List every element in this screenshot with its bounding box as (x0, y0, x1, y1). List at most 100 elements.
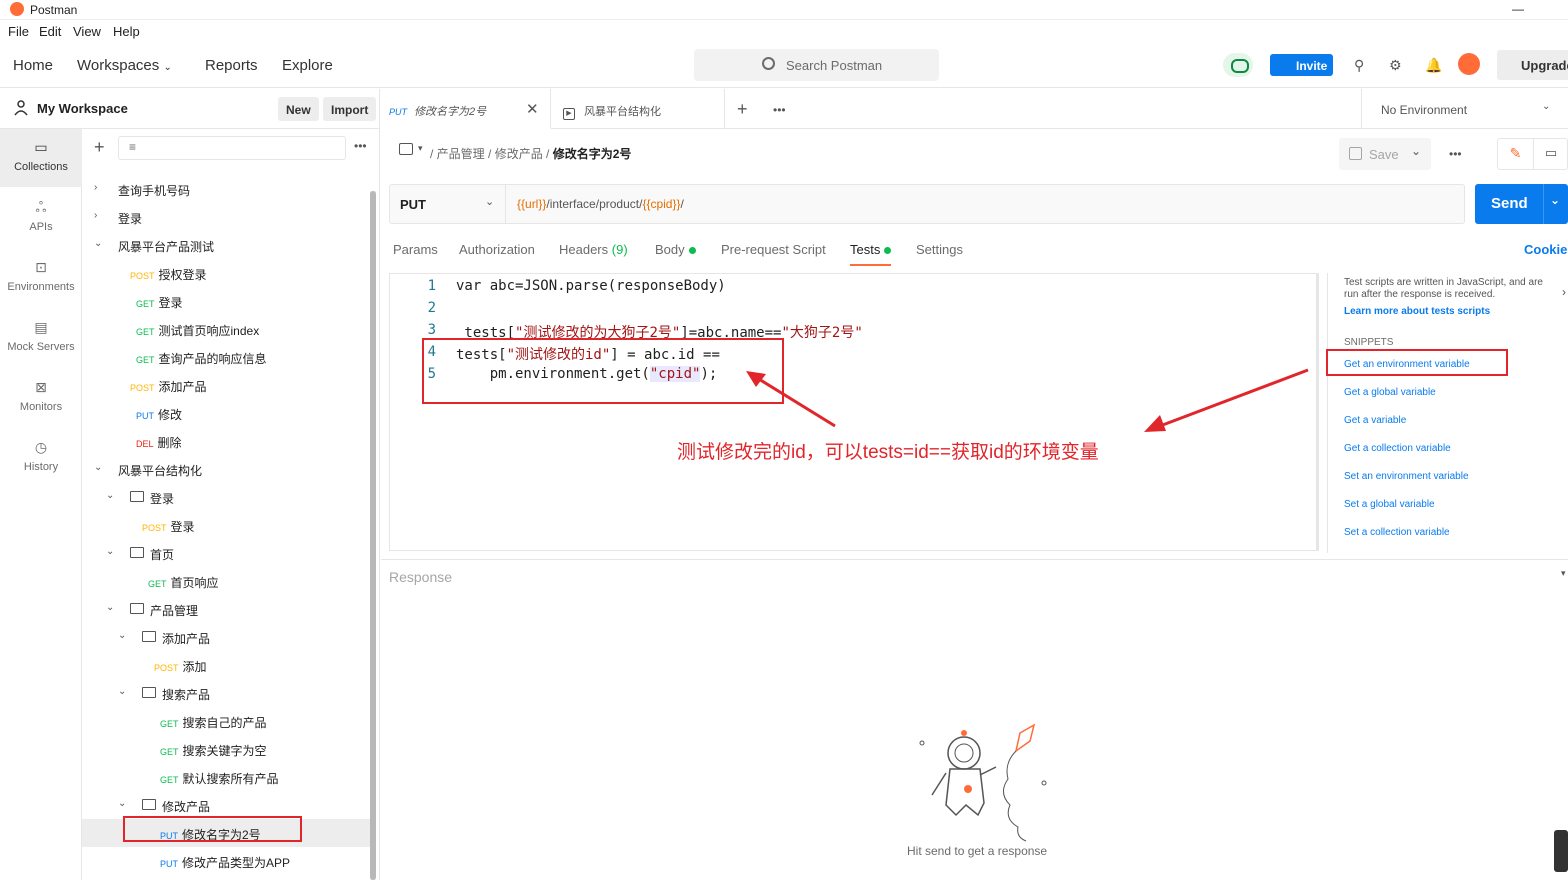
search-input[interactable]: Search Postman (694, 49, 939, 81)
chevron-down-icon[interactable]: ⌄ (118, 630, 126, 641)
snippet-item[interactable]: Get a variable (1344, 415, 1406, 426)
tab-authorization[interactable]: Authorization (459, 242, 535, 257)
avatar[interactable] (1458, 53, 1480, 75)
chevron-down-icon[interactable]: ⌄ (1411, 144, 1421, 158)
method-select[interactable]: PUT ⌄ (390, 185, 506, 223)
chevron-down-icon[interactable]: ▾ (418, 143, 423, 154)
snippet-item[interactable]: Get a collection variable (1344, 443, 1451, 454)
tree-request[interactable]: DEL 删除 (82, 427, 370, 455)
menu-edit[interactable]: Edit (39, 24, 61, 39)
import-button[interactable]: Import (323, 97, 377, 121)
minimize-icon[interactable]: — (1512, 2, 1524, 16)
more-icon[interactable]: ••• (354, 139, 367, 153)
tree-request[interactable]: GET 搜索自己的产品 (82, 707, 370, 735)
tab-more-icon[interactable]: ••• (773, 103, 786, 117)
invite-button[interactable]: Invite (1270, 54, 1333, 76)
nav-home[interactable]: Home (13, 57, 53, 74)
save-button[interactable]: Save ⌄ (1339, 138, 1431, 170)
resize-handle[interactable] (1554, 830, 1568, 872)
nav-apis[interactable]: ஃ APIs (0, 189, 82, 247)
tree-request[interactable]: GET 首页响应 (82, 567, 370, 595)
tab-params[interactable]: Params (393, 242, 438, 257)
nav-history[interactable]: ◷ History (0, 429, 82, 487)
tab-headers[interactable]: Headers (9) (559, 242, 628, 257)
satellite-icon[interactable]: ⚲ (1354, 57, 1370, 73)
tree-request[interactable]: GET 搜索关键字为空 (82, 735, 370, 763)
tab-tests[interactable]: Tests (850, 242, 892, 266)
add-icon[interactable]: + (94, 137, 105, 158)
tab-collection[interactable]: ▶ 风暴平台结构化 (551, 89, 725, 129)
tree-folder[interactable]: ⌄ 修改产品 (82, 791, 370, 819)
url-input[interactable]: {{url}}/interface/product/{{cpid}}/ (517, 197, 684, 211)
chevron-down-icon[interactable]: ⌄ (118, 686, 126, 697)
menu-file[interactable]: File (8, 24, 29, 39)
tree-folder[interactable]: › 登录 (82, 203, 370, 231)
chevron-down-icon[interactable]: ⌄ (94, 238, 102, 249)
chevron-down-icon[interactable]: ⌄ (106, 546, 114, 557)
tree-request[interactable]: GET 查询产品的响应信息 (82, 343, 370, 371)
breadcrumb-b[interactable]: 修改产品 (495, 147, 543, 161)
chevron-down-icon[interactable]: ▾ (1561, 568, 1566, 579)
nav-explore[interactable]: Explore (282, 57, 333, 74)
sync-cloud-icon[interactable] (1223, 53, 1253, 77)
chevron-down-icon[interactable]: ⌄ (106, 490, 114, 501)
chevron-right-icon[interactable]: › (94, 210, 97, 221)
scrollbar-thumb[interactable] (370, 191, 376, 880)
tree-folder[interactable]: ⌄ 搜索产品 (82, 679, 370, 707)
collapse-icon[interactable]: › (1562, 285, 1566, 299)
snippet-item[interactable]: Set an environment variable (1344, 471, 1469, 482)
tree-folder[interactable]: ⌄ 首页 (82, 539, 370, 567)
close-icon[interactable]: ✕ (526, 100, 539, 118)
tree-folder[interactable]: › 查询手机号码 (82, 175, 370, 203)
tab-request-active[interactable]: PUT 修改名字为2号 ✕ (381, 89, 551, 129)
tab-body[interactable]: Body (655, 242, 696, 257)
tree-folder[interactable]: ⌄ 产品管理 (82, 595, 370, 623)
chevron-right-icon[interactable]: › (94, 182, 97, 193)
tree-request[interactable]: POST 授权登录 (82, 259, 370, 287)
chevron-down-icon[interactable]: ⌄ (94, 462, 102, 473)
filter-input[interactable]: ≡ (118, 136, 346, 160)
learn-more-link[interactable]: Learn more about tests scripts (1344, 306, 1490, 317)
new-tab-icon[interactable]: + (737, 99, 748, 120)
menu-view[interactable]: View (73, 24, 101, 39)
tree-request[interactable]: GET 测试首页响应index (82, 315, 370, 343)
snippet-item[interactable]: Get a global variable (1344, 387, 1436, 398)
nav-workspaces[interactable]: Workspaces ⌄ (77, 57, 172, 74)
tab-settings[interactable]: Settings (916, 242, 963, 257)
nav-mock-servers[interactable]: ▤ Mock Servers (0, 309, 82, 367)
nav-monitors[interactable]: ⊠ Monitors (0, 369, 82, 427)
nav-collections[interactable]: ▭ Collections (0, 129, 82, 187)
tree-request[interactable]: PUT 修改产品类型为APP (82, 847, 370, 875)
tree-folder[interactable]: ⌄ 添加产品 (82, 623, 370, 651)
tree-folder[interactable]: ⌄ 登录 (82, 483, 370, 511)
tree-request[interactable]: GET 登录 (82, 287, 370, 315)
chevron-down-icon[interactable]: ⌄ (106, 602, 114, 613)
chevron-down-icon[interactable]: ⌄ (118, 798, 126, 809)
edit-icon[interactable]: ✎ (1498, 139, 1534, 169)
tree-request[interactable]: POST 添加 (82, 651, 370, 679)
tree-request[interactable]: POST 添加产品 (82, 371, 370, 399)
upgrade-button[interactable]: Upgrade (1497, 50, 1568, 80)
comment-icon[interactable]: ▭ (1534, 139, 1568, 169)
nav-environments[interactable]: ⊡ Environments (0, 249, 82, 307)
tree-request[interactable]: POST 登录 (82, 511, 370, 539)
tree-request[interactable]: GET 默认搜索所有产品 (82, 763, 370, 791)
menu-help[interactable]: Help (113, 24, 140, 39)
more-icon[interactable]: ••• (1449, 147, 1462, 161)
breadcrumb-a[interactable]: 产品管理 (437, 147, 485, 161)
bell-icon[interactable]: 🔔 (1425, 57, 1442, 73)
tree-folder[interactable]: ⌄ 风暴平台产品测试 (82, 231, 370, 259)
snippet-item[interactable]: Set a collection variable (1344, 527, 1450, 538)
sidebar-scrollbar[interactable] (370, 191, 376, 880)
new-button[interactable]: New (278, 97, 319, 121)
tab-prerequest[interactable]: Pre-request Script (721, 242, 826, 257)
environment-select[interactable]: No Environment ⌄ (1361, 89, 1568, 129)
tree-folder[interactable]: ⌄ 风暴平台结构化 (82, 455, 370, 483)
gear-icon[interactable]: ⚙ (1389, 57, 1405, 73)
send-button[interactable]: Send ⌄ (1475, 184, 1568, 224)
tree-request[interactable]: PUT 修改 (82, 399, 370, 427)
cookies-link[interactable]: Cookies (1524, 242, 1568, 257)
snippet-item[interactable]: Set a global variable (1344, 499, 1435, 510)
send-options[interactable]: ⌄ (1543, 184, 1568, 224)
nav-reports[interactable]: Reports (205, 57, 258, 74)
